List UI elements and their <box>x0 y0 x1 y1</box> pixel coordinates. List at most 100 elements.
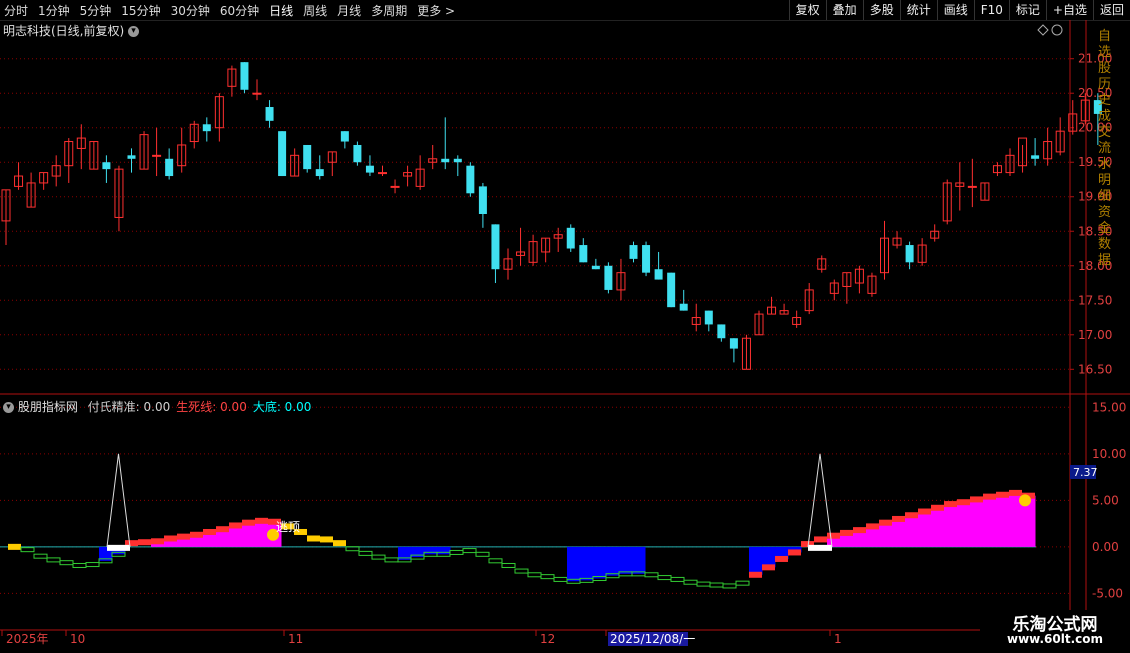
chevron-down-icon[interactable]: ▾ <box>3 402 14 413</box>
action-button-4[interactable]: 画线 <box>936 0 974 20</box>
period-tab-8[interactable]: 月线 <box>337 2 361 19</box>
indicator-step <box>827 532 840 539</box>
magenta-fill <box>879 522 893 547</box>
candle-body-down <box>729 338 738 349</box>
period-tab-7[interactable]: 周线 <box>303 2 327 19</box>
side-strip-char: 数 <box>1098 237 1111 252</box>
indicator-step <box>735 580 750 586</box>
main-pane-title: 明志科技(日线,前复权) ▾ <box>3 22 140 39</box>
period-tab-2[interactable]: 5分钟 <box>80 2 112 19</box>
candle-body-down <box>591 265 600 270</box>
indicator-item-2: 大底: 0.00 <box>252 400 312 414</box>
indicator-step <box>59 560 74 566</box>
date-label: 2025年 <box>6 632 49 646</box>
period-tab-5[interactable]: 60分钟 <box>220 2 259 19</box>
magenta-fill <box>905 515 919 547</box>
chevron-down-icon[interactable]: ▾ <box>128 26 140 37</box>
action-button-3[interactable]: 统计 <box>899 0 937 20</box>
candle-body-down <box>491 224 500 270</box>
action-button-2[interactable]: 多股 <box>862 0 900 20</box>
candle-body-down <box>441 158 450 163</box>
ind-tick-label: 0.00 <box>1092 540 1119 554</box>
side-strip-char: 水 <box>1098 157 1111 172</box>
kline-chart[interactable]: 21.0020.5020.0019.5019.0018.5018.0017.50… <box>0 20 1130 650</box>
side-strip-char: 细 <box>1098 189 1111 204</box>
indicator-header: ▾ 股朋指标网 付氏精准: 0.00 生死线: 0.00 大底: 0.00 <box>3 398 311 415</box>
magenta-fill <box>866 526 880 547</box>
indicator-step <box>905 512 918 519</box>
candle-body-down <box>466 165 475 194</box>
indicator-step <box>229 522 242 529</box>
period-tab-6[interactable]: 日线 <box>269 2 293 19</box>
ind-tick-label: -5.00 <box>1092 586 1123 600</box>
indicator-step <box>242 519 255 526</box>
diamond-icon <box>1037 24 1049 36</box>
circle-option-icon <box>1051 24 1063 36</box>
candle-body-down <box>202 124 211 132</box>
indicator-step <box>488 558 503 564</box>
candle-body-down <box>679 303 688 311</box>
indicator-step <box>255 517 268 524</box>
action-button-1[interactable]: 叠加 <box>825 0 863 20</box>
side-strip-char: 交 <box>1098 124 1111 140</box>
period-tab-10[interactable]: 更多 > <box>417 2 455 19</box>
period-tab-0[interactable]: 分时 <box>4 2 28 19</box>
candle-body-down <box>303 144 312 170</box>
chart-stage: 21.00 20.50 20.00 19.50 19.00 18.50 18.00 17.50… <box>0 20 1130 650</box>
indicator-step <box>696 581 711 587</box>
blue-fill <box>593 546 607 579</box>
indicator-item-0: 付氏精准: 0.00 <box>87 400 171 414</box>
indicator-step <box>138 539 151 546</box>
magenta-fill <box>944 504 958 547</box>
action-button-8[interactable]: 返回 <box>1092 0 1130 20</box>
candle-body-down <box>629 245 638 259</box>
ind-tick-label: 5.00 <box>1092 493 1119 507</box>
magenta-fill <box>983 496 997 547</box>
candle-body-down <box>905 245 914 263</box>
indicator-name: 股朋指标网 <box>17 400 78 414</box>
side-strip-char: 自 <box>1098 29 1111 44</box>
candle-body-down <box>340 131 349 142</box>
indicator-step <box>320 536 333 543</box>
indicator-step <box>501 562 516 568</box>
indicator-step <box>307 535 320 542</box>
indicator-step <box>788 549 801 556</box>
period-tab-3[interactable]: 15分钟 <box>121 2 160 19</box>
action-button-5[interactable]: F10 <box>973 0 1009 20</box>
candle-body-down <box>654 269 663 280</box>
period-tab-4[interactable]: 30分钟 <box>171 2 210 19</box>
smiley-icon <box>1019 494 1031 507</box>
candle-body-down <box>566 227 575 249</box>
magenta-fill <box>931 507 945 547</box>
action-button-6[interactable]: 标记 <box>1008 0 1046 20</box>
indicator-step <box>775 555 788 562</box>
indicator-step <box>762 564 775 571</box>
indicator-step <box>709 582 724 588</box>
blue-fill <box>606 546 620 576</box>
blue-fill <box>619 546 633 574</box>
period-tab-9[interactable]: 多周期 <box>371 2 407 19</box>
indicator-step <box>527 572 542 578</box>
candle-body-down <box>642 245 651 273</box>
indicator-step <box>670 576 685 582</box>
date-label: 2025/12/08/一 <box>610 632 695 646</box>
stock-title: 明志科技(日线,前复权) <box>3 24 125 38</box>
indicator-step <box>333 540 346 547</box>
indicator-step <box>475 551 490 557</box>
indicator-step <box>1009 489 1022 496</box>
indicator-step <box>931 504 944 511</box>
blue-fill <box>567 546 581 582</box>
blue-fill <box>632 546 646 574</box>
indicator-step <box>749 571 762 578</box>
candle-body-down <box>453 158 462 163</box>
period-tab-1[interactable]: 1分钟 <box>38 2 70 19</box>
candle-body-down <box>604 265 613 290</box>
blue-fill <box>762 546 776 568</box>
indicator-step <box>203 528 216 535</box>
action-button-0[interactable]: 复权 <box>788 0 826 20</box>
candle-body-down <box>704 310 713 325</box>
side-strip-char: 史 <box>1098 93 1111 108</box>
indicator-step <box>371 554 386 560</box>
action-button-7[interactable]: +自选 <box>1045 0 1093 20</box>
indicator-step <box>449 549 464 555</box>
